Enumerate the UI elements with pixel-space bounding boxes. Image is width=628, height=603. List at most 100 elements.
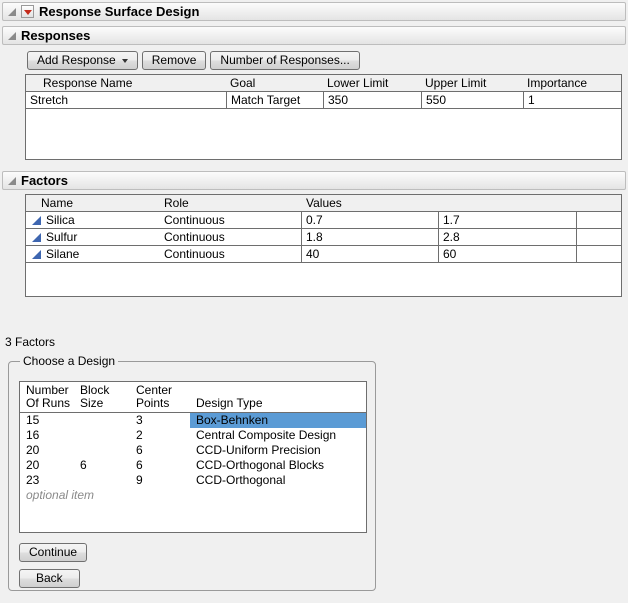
factor-high-value-cell[interactable]: 1.7 — [438, 212, 576, 228]
design-type-cell[interactable]: CCD-Uniform Precision — [190, 443, 366, 458]
runs-cell: 20 — [20, 458, 74, 473]
continuous-factor-icon — [32, 233, 41, 242]
factor-name: Silica — [46, 212, 75, 228]
center-points-cell: 3 — [130, 413, 190, 428]
block-size-cell — [74, 473, 130, 488]
block-size-cell — [74, 413, 130, 428]
design-option-row[interactable]: 16 2 Central Composite Design — [20, 428, 366, 443]
response-row: Stretch Match Target 350 550 1 — [26, 92, 621, 109]
runs-cell: 20 — [20, 443, 74, 458]
row-filler — [576, 246, 621, 262]
importance-cell[interactable]: 1 — [523, 92, 621, 108]
center-points-cell: 2 — [130, 428, 190, 443]
block-size-cell — [74, 443, 130, 458]
responses-table: Response Name Goal Lower Limit Upper Lim… — [25, 74, 622, 160]
runs-cell: 15 — [20, 413, 74, 428]
choose-design-group: Choose a Design Number Of Runs Block Siz… — [8, 354, 376, 591]
factor-role-cell[interactable]: Continuous — [156, 229, 301, 245]
center-points-cell: 6 — [130, 458, 190, 473]
page-title: Response Surface Design — [39, 4, 199, 19]
factor-row: Silica Continuous 0.7 1.7 — [26, 212, 621, 229]
lower-limit-cell[interactable]: 350 — [323, 92, 421, 108]
design-list-header: Number Of Runs Block Size Center Points … — [20, 382, 366, 413]
header-spacer — [438, 195, 576, 211]
add-response-label: Add Response — [37, 53, 116, 68]
collapse-triangle-icon[interactable] — [8, 8, 16, 16]
col-header-name: Name — [26, 195, 156, 211]
col-header-response-name: Response Name — [26, 75, 226, 91]
remove-label: Remove — [152, 53, 197, 68]
upper-limit-cell[interactable]: 550 — [421, 92, 523, 108]
design-option-row[interactable]: 20 6 6 CCD-Orthogonal Blocks — [20, 458, 366, 473]
design-option-row[interactable]: 15 3 Box-Behnken — [20, 413, 366, 428]
factor-low-value-cell[interactable]: 40 — [301, 246, 438, 262]
col-header-lower-limit: Lower Limit — [323, 75, 421, 91]
factors-table-header: Name Role Values — [26, 195, 621, 212]
red-triangle-menu-icon[interactable] — [21, 5, 34, 18]
back-label: Back — [36, 571, 63, 586]
optional-item-label: optional item — [20, 488, 366, 503]
factor-count-label: 3 Factors — [5, 335, 628, 350]
factor-role-cell[interactable]: Continuous — [156, 212, 301, 228]
factor-name-cell[interactable]: Sulfur — [26, 229, 156, 245]
center-points-cell: 6 — [130, 443, 190, 458]
collapse-triangle-icon[interactable] — [8, 32, 16, 40]
center-points-cell: 9 — [130, 473, 190, 488]
factor-name-cell[interactable]: Silica — [26, 212, 156, 228]
number-of-responses-button[interactable]: Number of Responses... — [210, 51, 359, 70]
factor-row: Sulfur Continuous 1.8 2.8 — [26, 229, 621, 246]
factor-low-value-cell[interactable]: 0.7 — [301, 212, 438, 228]
add-response-button[interactable]: Add Response — [27, 51, 138, 70]
runs-cell: 23 — [20, 473, 74, 488]
responses-section-title: Responses — [21, 28, 90, 43]
factor-low-value-cell[interactable]: 1.8 — [301, 229, 438, 245]
choose-design-title: Choose a Design — [20, 354, 118, 368]
design-type-cell[interactable]: CCD-Orthogonal — [190, 473, 366, 488]
goal-cell[interactable]: Match Target — [226, 92, 323, 108]
row-filler — [576, 212, 621, 228]
col-header-center-points: Center Points — [130, 384, 190, 410]
block-size-cell — [74, 428, 130, 443]
red-triangle-glyph — [24, 10, 32, 15]
number-of-responses-label: Number of Responses... — [220, 53, 349, 68]
design-type-cell[interactable]: CCD-Orthogonal Blocks — [190, 458, 366, 473]
collapse-triangle-icon[interactable] — [8, 177, 16, 185]
row-filler — [576, 229, 621, 245]
continuous-factor-icon — [32, 216, 41, 225]
responses-section-header[interactable]: Responses — [2, 26, 626, 45]
responses-toolbar: Add Response Remove Number of Responses.… — [27, 51, 628, 70]
col-header-values: Values — [301, 195, 438, 211]
window-header: Response Surface Design — [2, 2, 626, 21]
block-size-cell: 6 — [74, 458, 130, 473]
col-header-goal: Goal — [226, 75, 323, 91]
factor-high-value-cell[interactable]: 60 — [438, 246, 576, 262]
design-type-cell-selected[interactable]: Box-Behnken — [190, 413, 366, 428]
response-name-cell[interactable]: Stretch — [26, 92, 226, 108]
continue-button[interactable]: Continue — [19, 543, 87, 562]
factor-row: Silane Continuous 40 60 — [26, 246, 621, 263]
remove-button[interactable]: Remove — [142, 51, 207, 70]
factor-high-value-cell[interactable]: 2.8 — [438, 229, 576, 245]
col-header-role: Role — [156, 195, 301, 211]
chevron-down-icon — [122, 59, 128, 63]
col-header-upper-limit: Upper Limit — [421, 75, 523, 91]
runs-cell: 16 — [20, 428, 74, 443]
factors-section-header[interactable]: Factors — [2, 171, 626, 190]
design-option-row[interactable]: 20 6 CCD-Uniform Precision — [20, 443, 366, 458]
factors-table: Name Role Values Silica Continuous 0.7 1… — [25, 194, 622, 297]
back-button[interactable]: Back — [19, 569, 80, 588]
factors-section-title: Factors — [21, 173, 68, 188]
factor-name-cell[interactable]: Silane — [26, 246, 156, 262]
continue-label: Continue — [29, 545, 77, 560]
optional-item-row: optional item — [20, 488, 366, 503]
col-header-block-size: Block Size — [74, 384, 130, 410]
col-header-number-of-runs: Number Of Runs — [20, 384, 74, 410]
design-option-row[interactable]: 23 9 CCD-Orthogonal — [20, 473, 366, 488]
continuous-factor-icon — [32, 250, 41, 259]
factor-name: Silane — [46, 246, 79, 262]
col-header-importance: Importance — [523, 75, 621, 91]
design-type-cell[interactable]: Central Composite Design — [190, 428, 366, 443]
responses-table-header: Response Name Goal Lower Limit Upper Lim… — [26, 75, 621, 92]
header-spacer — [576, 195, 621, 211]
factor-role-cell[interactable]: Continuous — [156, 246, 301, 262]
